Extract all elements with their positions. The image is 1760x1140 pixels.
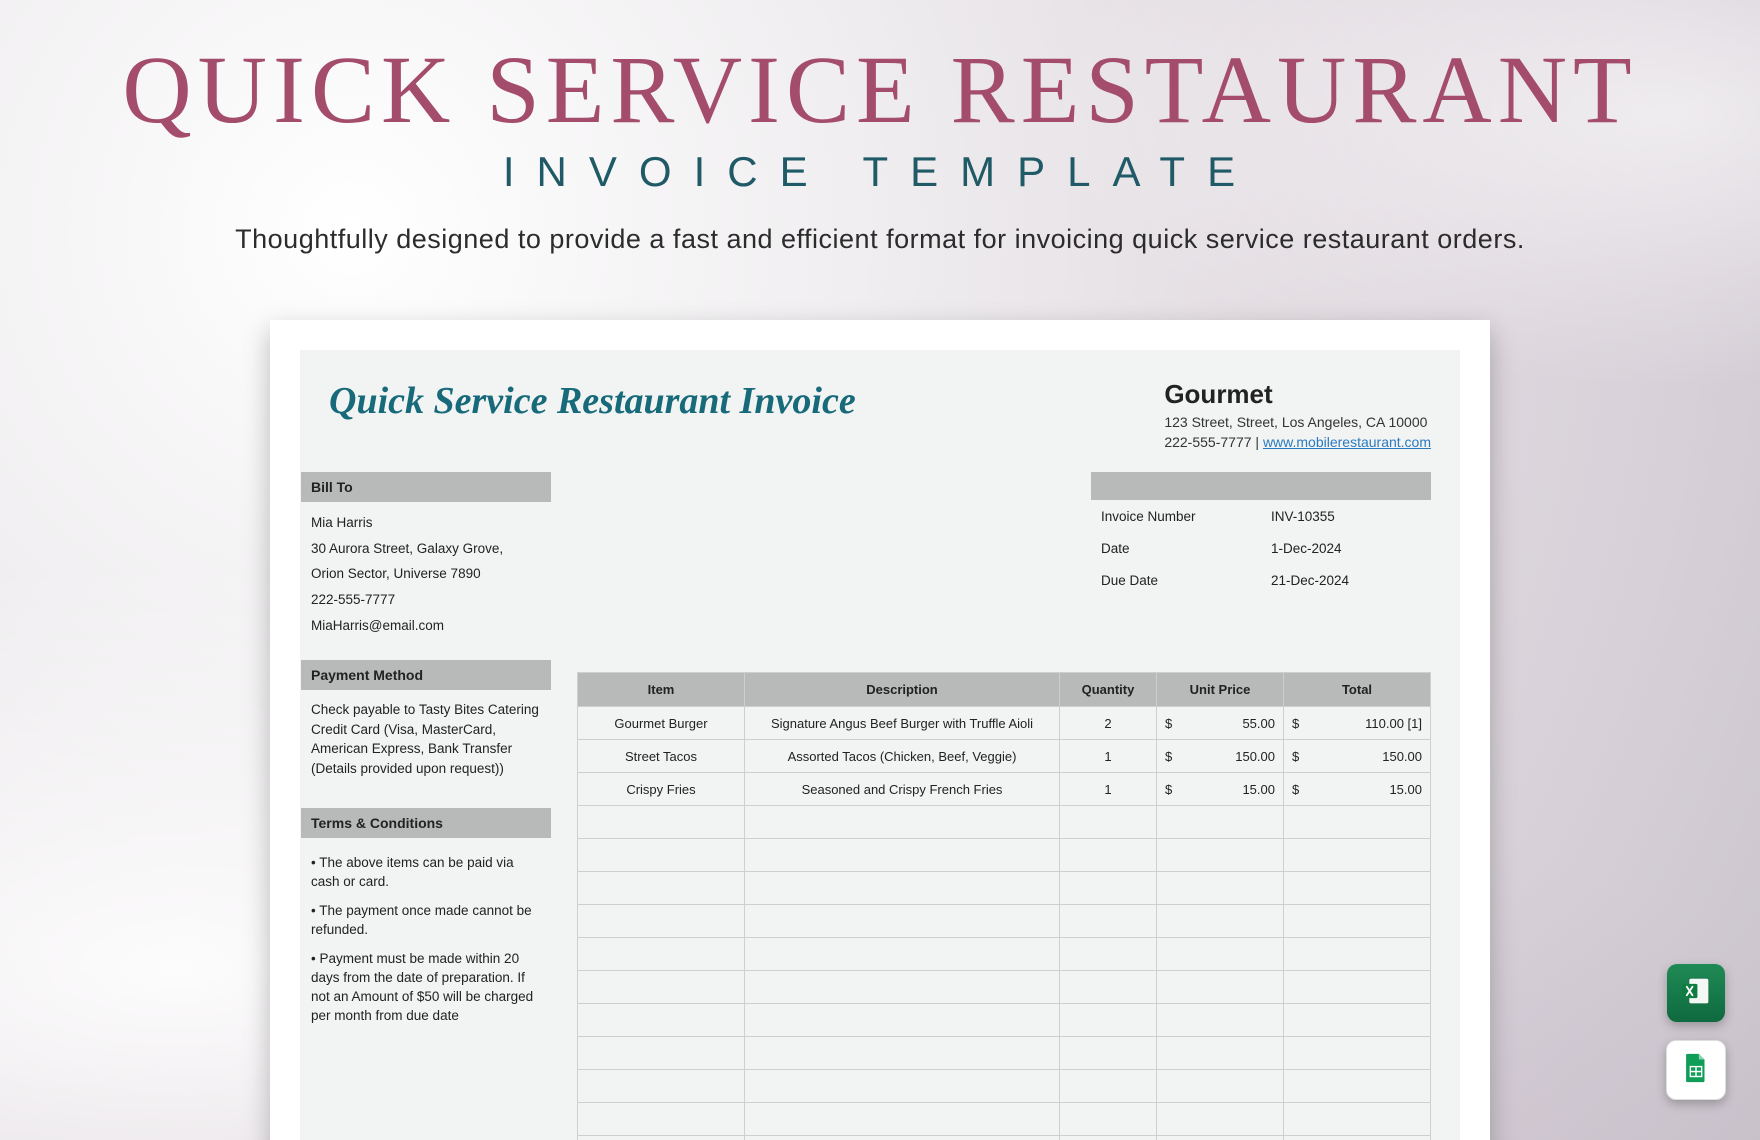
cell-total: $15.00	[1284, 773, 1431, 806]
meta-row-date: Date 1-Dec-2024	[1091, 532, 1431, 564]
google-sheets-icon	[1679, 1051, 1713, 1090]
invoice-title: Quick Service Restaurant Invoice	[329, 379, 856, 450]
col-description: Description	[745, 673, 1060, 707]
cell-unit: $15.00	[1157, 773, 1284, 806]
cell-desc: Signature Angus Beef Burger with Truffle…	[745, 707, 1060, 740]
table-row: Crispy FriesSeasoned and Crispy French F…	[578, 773, 1431, 806]
bill-to-body: Mia Harris 30 Aurora Street, Galaxy Grov…	[301, 502, 551, 642]
items-table: Item Description Quantity Unit Price Tot…	[577, 672, 1431, 1140]
col-item: Item	[578, 673, 745, 707]
company-website-link[interactable]: www.mobilerestaurant.com	[1263, 434, 1431, 450]
meta-label: Due Date	[1091, 565, 1261, 596]
bill-to-name: Mia Harris	[311, 510, 541, 536]
hero-subtitle: INVOICE TEMPLATE	[0, 148, 1760, 196]
document-page: Quick Service Restaurant Invoice Gourmet…	[300, 350, 1460, 1140]
cell-qty: 2	[1060, 707, 1157, 740]
cell-qty: 1	[1060, 740, 1157, 773]
meta-value: INV-10355	[1261, 501, 1431, 532]
company-address: 123 Street, Street, Los Angeles, CA 1000…	[1164, 414, 1431, 430]
payment-body: Check payable to Tasty Bites Catering Cr…	[301, 690, 551, 790]
hero-description: Thoughtfully designed to provide a fast …	[0, 224, 1760, 255]
company-phone: 222-555-7777	[1164, 434, 1251, 450]
cell-total: $110.00 [1]	[1284, 707, 1431, 740]
format-badges	[1666, 964, 1726, 1100]
cell-item: Street Tacos	[578, 740, 745, 773]
items-tbody: Gourmet BurgerSignature Angus Beef Burge…	[578, 707, 1431, 1140]
table-row-empty	[578, 1004, 1431, 1037]
invoice-body: Bill To Mia Harris 30 Aurora Street, Gal…	[301, 472, 1459, 1140]
bill-to-email: MiaHarris@email.com	[311, 613, 541, 639]
terms-body: • The above items can be paid via cash o…	[301, 838, 551, 1025]
hero-title: QUICK SERVICE RESTAURANT	[0, 42, 1760, 138]
table-row-empty	[578, 1070, 1431, 1103]
excel-badge[interactable]	[1667, 964, 1725, 1022]
company-name: Gourmet	[1164, 379, 1431, 410]
bill-to-heading: Bill To	[301, 472, 551, 502]
meta-value: 1-Dec-2024	[1261, 533, 1431, 564]
meta-row-due: Due Date 21-Dec-2024	[1091, 564, 1431, 596]
cell-total: $150.00	[1284, 740, 1431, 773]
cell-unit: $150.00	[1157, 740, 1284, 773]
term-3: • Payment must be made within 20 days fr…	[311, 950, 541, 1026]
col-total: Total	[1284, 673, 1431, 707]
term-2: • The payment once made cannot be refund…	[311, 902, 541, 940]
cell-item: Crispy Fries	[578, 773, 745, 806]
col-unit-price: Unit Price	[1157, 673, 1284, 707]
cell-unit: $55.00	[1157, 707, 1284, 740]
invoice-header: Quick Service Restaurant Invoice Gourmet…	[301, 379, 1459, 450]
promo-stage: QUICK SERVICE RESTAURANT INVOICE TEMPLAT…	[0, 0, 1760, 1140]
cell-qty: 1	[1060, 773, 1157, 806]
cell-desc: Assorted Tacos (Chicken, Beef, Veggie)	[745, 740, 1060, 773]
meta-header-bar	[1091, 472, 1431, 500]
table-row-empty	[578, 872, 1431, 905]
table-row-empty	[578, 938, 1431, 971]
document-preview: Quick Service Restaurant Invoice Gourmet…	[270, 320, 1490, 1140]
meta-label: Invoice Number	[1091, 501, 1261, 532]
term-1: • The above items can be paid via cash o…	[311, 854, 541, 892]
table-row-empty	[578, 839, 1431, 872]
table-row-empty	[578, 1103, 1431, 1136]
cell-item: Gourmet Burger	[578, 707, 745, 740]
col-quantity: Quantity	[1060, 673, 1157, 707]
cell-desc: Seasoned and Crispy French Fries	[745, 773, 1060, 806]
meta-row-invoice-number: Invoice Number INV-10355	[1091, 500, 1431, 532]
table-row-empty	[578, 1136, 1431, 1140]
table-row-empty	[578, 905, 1431, 938]
hero: QUICK SERVICE RESTAURANT INVOICE TEMPLAT…	[0, 0, 1760, 255]
table-row: Gourmet BurgerSignature Angus Beef Burge…	[578, 707, 1431, 740]
bill-to-phone: 222-555-7777	[311, 587, 541, 613]
left-column: Bill To Mia Harris 30 Aurora Street, Gal…	[301, 472, 551, 1140]
meta-label: Date	[1091, 533, 1261, 564]
bill-to-addr1: 30 Aurora Street, Galaxy Grove,	[311, 536, 541, 562]
table-row-empty	[578, 806, 1431, 839]
company-block: Gourmet 123 Street, Street, Los Angeles,…	[1164, 379, 1431, 450]
table-row-empty	[578, 1037, 1431, 1070]
meta-value: 21-Dec-2024	[1261, 565, 1431, 596]
items-header-row: Item Description Quantity Unit Price Tot…	[578, 673, 1431, 707]
table-row: Street TacosAssorted Tacos (Chicken, Bee…	[578, 740, 1431, 773]
sheets-badge[interactable]	[1666, 1040, 1726, 1100]
invoice-meta: Invoice Number INV-10355 Date 1-Dec-2024…	[1091, 472, 1431, 596]
company-contact: 222-555-7777 | www.mobilerestaurant.com	[1164, 434, 1431, 450]
terms-heading: Terms & Conditions	[301, 808, 551, 838]
table-row-empty	[578, 971, 1431, 1004]
payment-heading: Payment Method	[301, 660, 551, 690]
excel-icon	[1679, 974, 1713, 1013]
bill-to-addr2: Orion Sector, Universe 7890	[311, 561, 541, 587]
right-column: Invoice Number INV-10355 Date 1-Dec-2024…	[551, 472, 1459, 1140]
separator: |	[1252, 434, 1263, 450]
